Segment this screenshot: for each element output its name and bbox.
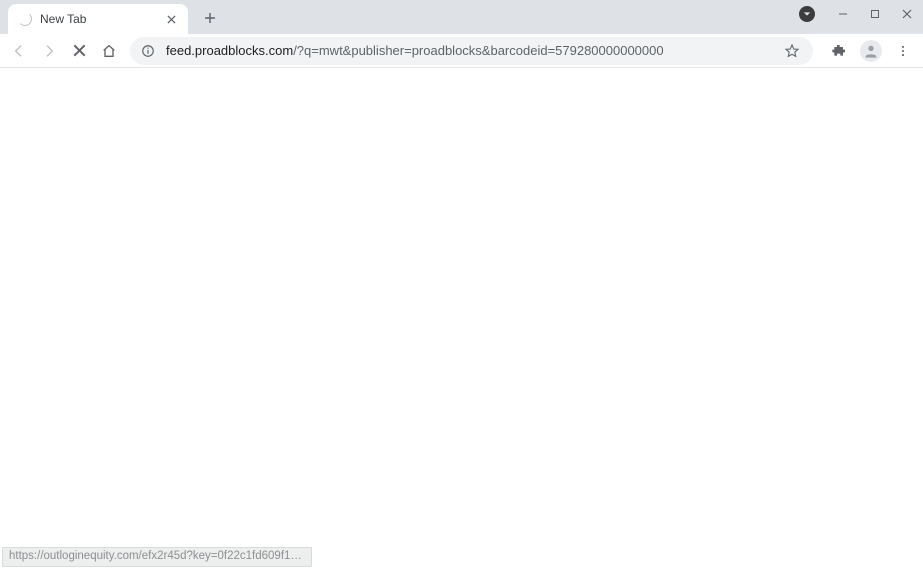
extensions-button[interactable]: [825, 37, 853, 65]
browser-tab[interactable]: New Tab: [8, 4, 188, 34]
new-tab-button[interactable]: [196, 4, 224, 32]
minimize-button[interactable]: [827, 0, 859, 28]
toolbar: feed.proadblocks.com/?q=mwt&publisher=pr…: [0, 34, 923, 68]
page-content: [0, 68, 923, 569]
loading-spinner-icon: [18, 12, 32, 26]
window-controls: [827, 0, 923, 28]
forward-button[interactable]: [36, 38, 62, 64]
close-tab-button[interactable]: [164, 12, 178, 26]
stop-reload-button[interactable]: [66, 38, 92, 64]
close-window-button[interactable]: [891, 0, 923, 28]
tab-title: New Tab: [40, 12, 164, 26]
url-host: feed.proadblocks.com: [166, 43, 293, 58]
url-path: /?q=mwt&publisher=proadblocks&barcodeid=…: [293, 43, 663, 58]
address-bar[interactable]: feed.proadblocks.com/?q=mwt&publisher=pr…: [130, 37, 813, 65]
maximize-button[interactable]: [859, 0, 891, 28]
back-button[interactable]: [6, 38, 32, 64]
search-tabs-button[interactable]: [799, 6, 815, 22]
menu-button[interactable]: [889, 37, 917, 65]
url-text[interactable]: feed.proadblocks.com/?q=mwt&publisher=pr…: [166, 43, 775, 58]
avatar-icon: [860, 40, 882, 62]
status-bar: https://outloginequity.com/efx2r45d?key=…: [2, 547, 312, 567]
home-button[interactable]: [96, 38, 122, 64]
titlebar: New Tab: [0, 0, 923, 34]
bookmark-star-icon[interactable]: [781, 40, 803, 62]
profile-button[interactable]: [857, 37, 885, 65]
site-info-icon[interactable]: [140, 43, 156, 59]
